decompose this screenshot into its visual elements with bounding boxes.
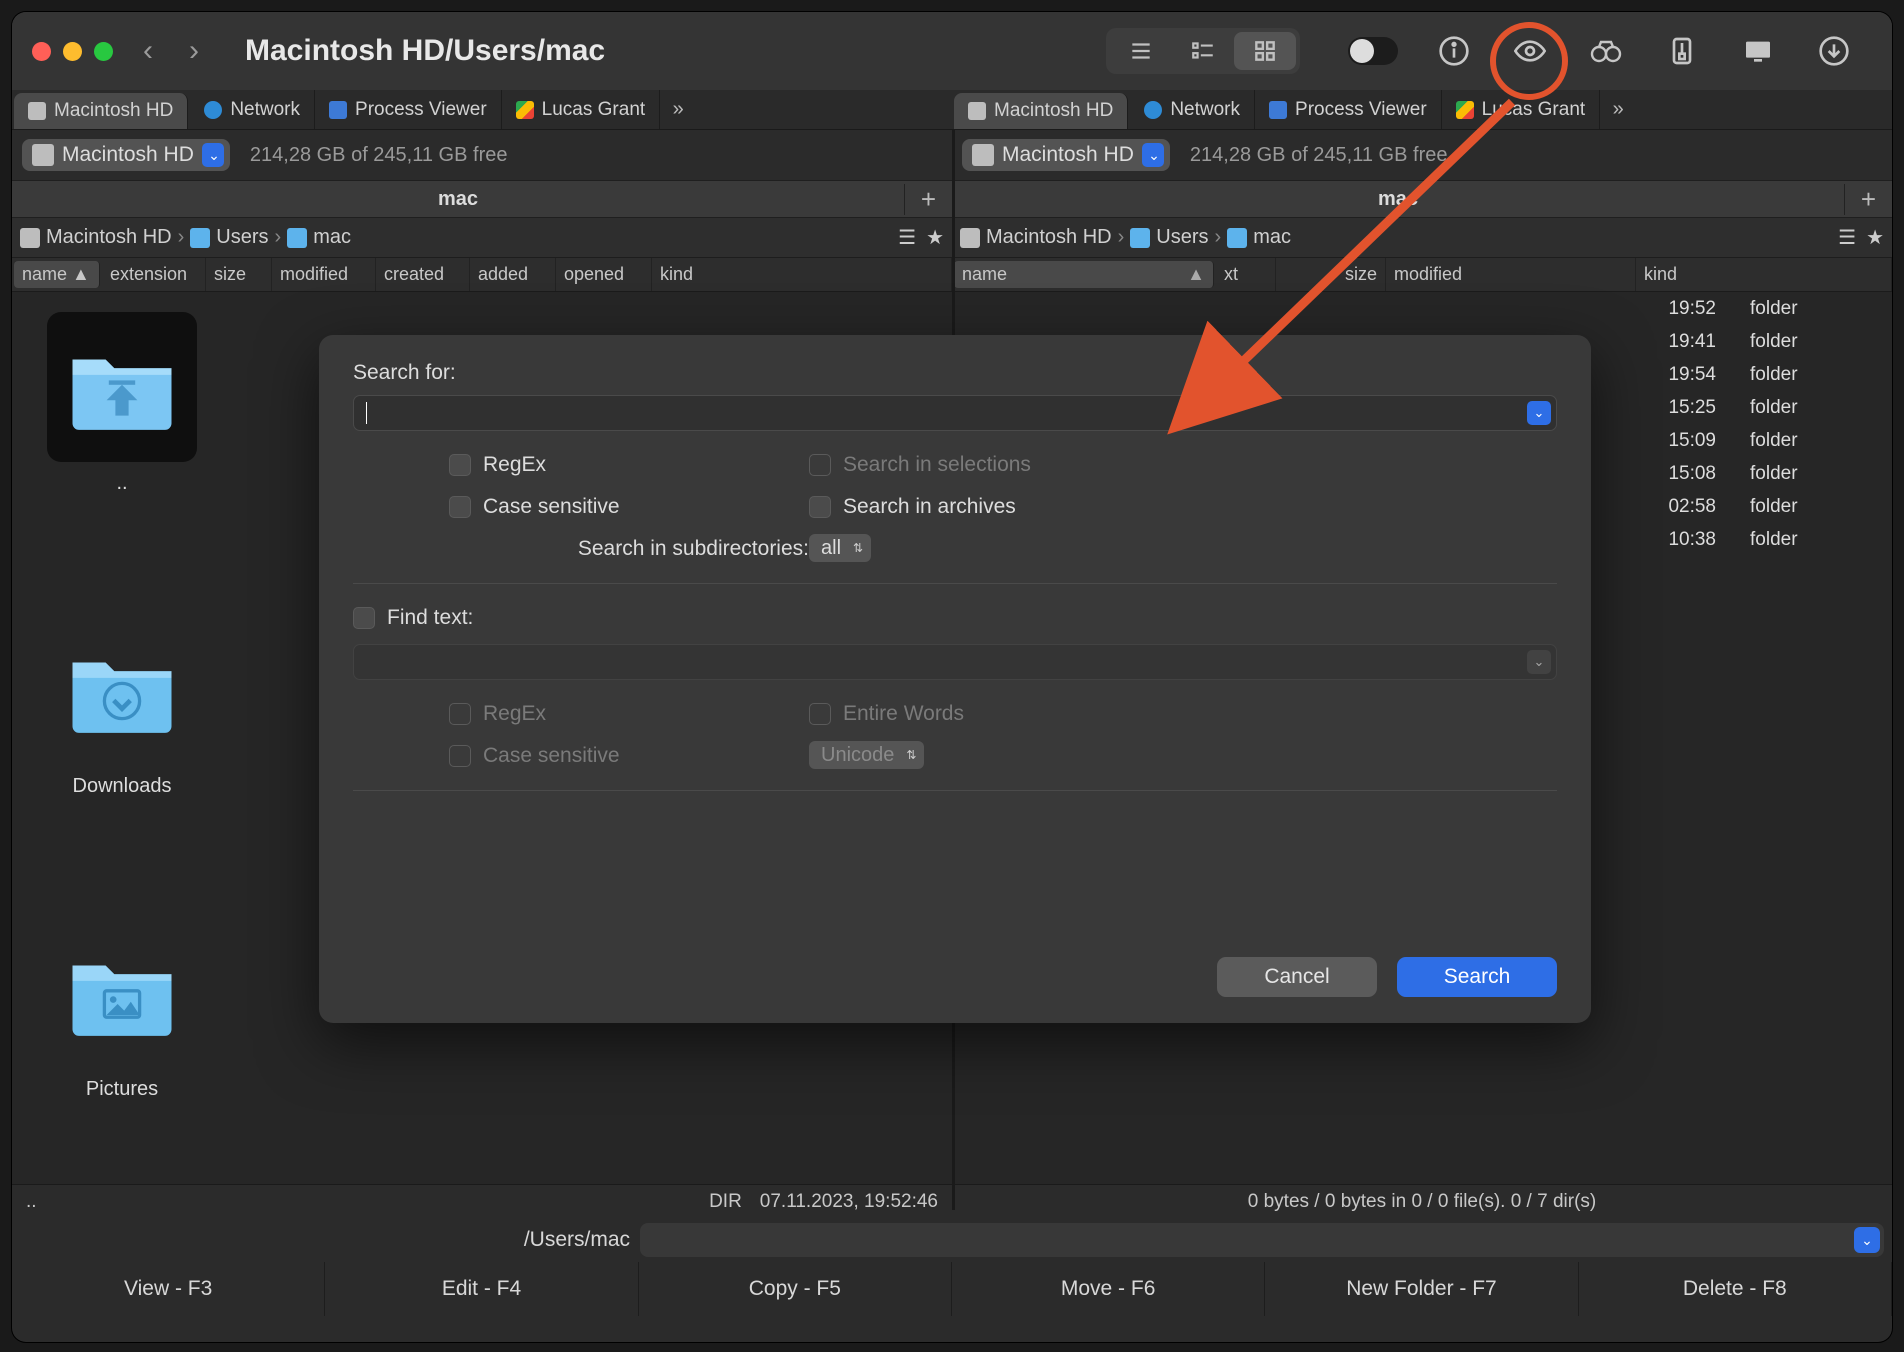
check-regex-text: RegEx	[449, 702, 809, 726]
tab-right-0[interactable]: Macintosh HD	[954, 93, 1128, 129]
tab-left-2[interactable]: Process Viewer	[315, 90, 502, 129]
check-case-text: Case sensitive	[449, 744, 809, 768]
titlebar: ‹ › Macintosh HD/Users/mac	[12, 12, 1892, 90]
col-right-mod[interactable]: modified	[1386, 258, 1636, 291]
view-list-button[interactable]	[1110, 32, 1172, 70]
col-left-size[interactable]: size	[206, 258, 272, 291]
view-columns-button[interactable]	[1172, 32, 1234, 70]
free-space-right: 214,28 GB of 245,11 GB free	[1190, 144, 1448, 167]
search-binoculars-icon[interactable]	[1582, 35, 1630, 67]
panel-header-right: mac	[952, 188, 1844, 211]
tabs-left-more[interactable]: »	[660, 90, 696, 129]
desktop-icon[interactable]	[1734, 35, 1782, 67]
check-archives[interactable]: Search in archives	[809, 495, 1169, 519]
col-right-kind[interactable]: kind	[1636, 258, 1892, 291]
list-toggle-right[interactable]: ☰	[1838, 225, 1856, 250]
col-right-size[interactable]: size	[1276, 258, 1386, 291]
nav-forward-button[interactable]: ›	[189, 34, 199, 68]
fkey-copy[interactable]: Copy - F5	[639, 1262, 952, 1316]
check-regex[interactable]: RegEx	[449, 453, 809, 477]
dark-mode-toggle[interactable]	[1348, 37, 1398, 65]
path-label: /Users/mac	[20, 1228, 640, 1252]
drive-select-left[interactable]: Macintosh HD⌄	[22, 139, 230, 171]
panel-header-left: mac	[12, 188, 904, 211]
tab-right-2[interactable]: Process Viewer	[1255, 90, 1442, 129]
command-input[interactable]: ⌄	[640, 1223, 1884, 1257]
item-downloads[interactable]: Downloads	[32, 615, 212, 798]
free-space-left: 214,28 GB of 245,11 GB free	[250, 144, 508, 167]
tab-right-3[interactable]: Lucas Grant	[1442, 90, 1601, 129]
search-history-dropdown[interactable]: ⌄	[1527, 401, 1551, 425]
check-entire-words: Entire Words	[809, 702, 1169, 726]
tab-right-1[interactable]: Network	[1130, 90, 1255, 129]
crumb-left-0[interactable]: Macintosh HD	[20, 226, 172, 249]
download-icon[interactable]	[1810, 35, 1858, 67]
crumb-left-1[interactable]: Users	[190, 226, 268, 249]
col-left-name[interactable]: name ▲	[14, 261, 100, 288]
search-button[interactable]: Search	[1397, 957, 1557, 997]
tab-left-1[interactable]: Network	[190, 90, 315, 129]
preview-icon[interactable]	[1506, 35, 1554, 67]
col-left-created[interactable]: created	[376, 258, 470, 291]
list-toggle-left[interactable]: ☰	[898, 225, 916, 250]
crumb-left-2[interactable]: mac	[287, 226, 351, 249]
col-left-added[interactable]: added	[470, 258, 556, 291]
find-text-input: ⌄	[353, 644, 1557, 680]
drive-select-right[interactable]: Macintosh HD⌄	[962, 139, 1170, 171]
view-icons-button[interactable]	[1234, 32, 1296, 70]
fkey-newfolder[interactable]: New Folder - F7	[1265, 1262, 1578, 1316]
col-left-kind[interactable]: kind	[652, 258, 952, 291]
check-selections: Search in selections	[809, 453, 1169, 477]
zoom-window-button[interactable]	[94, 42, 113, 61]
col-left-opened[interactable]: opened	[556, 258, 652, 291]
fkey-edit[interactable]: Edit - F4	[325, 1262, 638, 1316]
item-pictures[interactable]: Pictures	[32, 918, 212, 1101]
table-row[interactable]: 19:52folder	[952, 292, 1892, 325]
window-title: Macintosh HD/Users/mac	[245, 34, 605, 68]
col-left-ext[interactable]: extension	[102, 258, 206, 291]
check-find-text[interactable]: Find text:	[353, 606, 1557, 630]
crumb-right-2[interactable]: mac	[1227, 226, 1291, 249]
subdir-label: Search in subdirectories:	[449, 537, 809, 561]
status-right: 0 bytes / 0 bytes in 0 / 0 file(s). 0 / …	[1248, 1191, 1596, 1213]
tabs-right-more[interactable]: »	[1600, 90, 1636, 129]
fkey-view[interactable]: View - F3	[12, 1262, 325, 1316]
crumb-right-0[interactable]: Macintosh HD	[960, 226, 1112, 249]
col-right-name[interactable]: name▲	[954, 261, 1214, 288]
cancel-button[interactable]: Cancel	[1217, 957, 1377, 997]
tab-left-3[interactable]: Lucas Grant	[502, 90, 661, 129]
search-for-label: Search for:	[353, 361, 1557, 385]
find-text-dropdown: ⌄	[1527, 650, 1551, 674]
new-tab-left[interactable]: +	[904, 184, 952, 215]
subdir-select[interactable]: all⇅	[809, 534, 871, 562]
status-left-name: ..	[26, 1191, 37, 1213]
info-icon[interactable]	[1430, 35, 1478, 67]
fav-left[interactable]: ★	[926, 225, 944, 250]
close-window-button[interactable]	[32, 42, 51, 61]
check-case[interactable]: Case sensitive	[449, 495, 809, 519]
encoding-select: Unicode⇅	[809, 741, 924, 769]
status-left-date: 07.11.2023, 19:52:46	[760, 1191, 938, 1213]
fkey-bar: View - F3 Edit - F4 Copy - F5 Move - F6 …	[12, 1262, 1892, 1316]
crumb-right-1[interactable]: Users	[1130, 226, 1208, 249]
search-for-input[interactable]: ⌄	[353, 395, 1557, 431]
nav-back-button[interactable]: ‹	[143, 34, 153, 68]
status-left-type: DIR	[709, 1191, 742, 1213]
item-parent[interactable]: ..	[32, 312, 212, 495]
col-right-ext[interactable]: xt	[1216, 258, 1276, 291]
archive-icon[interactable]	[1658, 35, 1706, 67]
minimize-window-button[interactable]	[63, 42, 82, 61]
new-tab-right[interactable]: +	[1844, 184, 1892, 215]
fav-right[interactable]: ★	[1866, 225, 1884, 250]
fkey-delete[interactable]: Delete - F8	[1579, 1262, 1892, 1316]
command-dropdown[interactable]: ⌄	[1854, 1227, 1880, 1253]
tab-left-0[interactable]: Macintosh HD	[14, 93, 188, 129]
view-mode-group	[1106, 28, 1300, 74]
col-left-mod[interactable]: modified	[272, 258, 376, 291]
fkey-move[interactable]: Move - F6	[952, 1262, 1265, 1316]
search-dialog: Search for: ⌄ RegEx Search in selections…	[319, 335, 1591, 1023]
tabs-row: Macintosh HD Network Process Viewer Luca…	[12, 90, 1892, 130]
